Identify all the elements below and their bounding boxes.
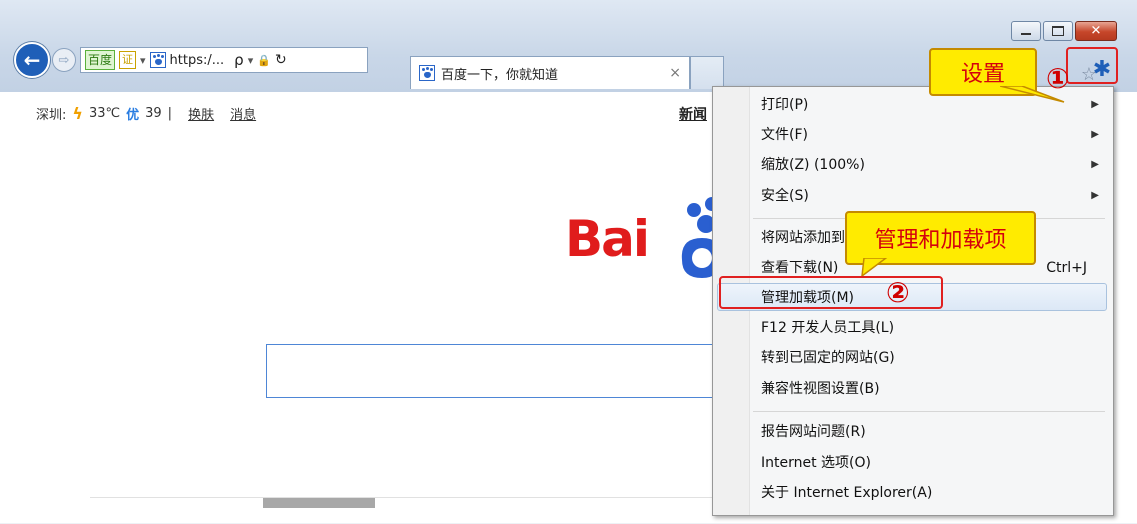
separator: | (167, 106, 173, 121)
lock-icon[interactable]: 🔒 (257, 54, 271, 67)
menu-item-label: 转到已固定的网站(G) (761, 350, 895, 366)
address-text[interactable]: https:/... (170, 53, 225, 68)
forward-button[interactable]: ⇨ (52, 48, 76, 72)
menu-item-label: 打印(P) (761, 97, 809, 113)
menu-item-pinned-sites[interactable]: 转到已固定的网站(G) (761, 346, 1101, 370)
gear-highlight-box (1066, 47, 1118, 84)
menu-separator (753, 411, 1105, 412)
submenu-arrow-icon: ▶ (1091, 159, 1099, 170)
skin-link[interactable]: 换肤 (188, 104, 214, 123)
close-window-button[interactable]: ✕ (1075, 21, 1117, 41)
maximize-icon (1052, 26, 1064, 36)
close-icon: ✕ (1090, 23, 1102, 39)
window-controls: ✕ (1011, 21, 1117, 41)
certificate-icon[interactable]: 证 (119, 51, 137, 69)
menu-item-label: 文件(F) (761, 127, 808, 143)
menu-item-compat-view[interactable]: 兼容性视图设置(B) (761, 377, 1101, 401)
bottom-divider (90, 497, 730, 524)
menu-item-label: 安全(S) (761, 188, 809, 204)
air-quality-label: 优 (126, 108, 140, 123)
tab-baidu[interactable]: 百度一下，你就知道 × (410, 56, 690, 89)
submenu-arrow-icon: ▶ (1091, 99, 1099, 110)
identity-dropdown-icon[interactable]: ▾ (140, 54, 146, 67)
menu-item-zoom[interactable]: 缩放(Z) (100%) ▶ (761, 153, 1101, 177)
menu-item-about-ie[interactable]: 关于 Internet Explorer(A) (761, 481, 1101, 505)
step-1-marker: ① (1046, 62, 1070, 95)
menu-item-label: 兼容性视图设置(B) (761, 381, 880, 397)
menu-item-safety[interactable]: 安全(S) ▶ (761, 184, 1101, 208)
address-bar[interactable]: 百度 证 ▾ https:/... ρ ▾ 🔒 ↻ (80, 47, 368, 73)
submenu-arrow-icon: ▶ (1091, 190, 1099, 201)
search-input[interactable] (266, 344, 736, 398)
menu-item-label: Internet 选项(O) (761, 455, 871, 471)
search-dropdown-icon[interactable]: ▾ (248, 54, 254, 67)
shortcut-label: Ctrl+J (1046, 260, 1087, 276)
menu-item-report-problem[interactable]: 报告网站问题(R) (761, 420, 1101, 444)
maximize-button[interactable] (1043, 21, 1073, 41)
site-favicon-icon (149, 52, 166, 68)
news-link[interactable]: 新闻 (679, 104, 707, 124)
menu-item-label: 报告网站问题(R) (761, 424, 866, 440)
back-button[interactable]: ← (14, 42, 50, 78)
air-quality-value: 39 (145, 106, 162, 121)
menu-item-label: F12 开发人员工具(L) (761, 320, 895, 336)
step-2-marker: ② (886, 276, 910, 309)
minimize-icon (1021, 33, 1031, 35)
menu-item-f12-tools[interactable]: F12 开发人员工具(L) (761, 316, 1101, 340)
weather-bar: 深圳: ϟ 33℃ 优 39 | 换肤 消息 (36, 104, 256, 123)
forward-arrow-icon: ⇨ (58, 52, 70, 68)
site-identity-badge[interactable]: 百度 (85, 50, 116, 70)
back-arrow-icon: ← (23, 48, 41, 72)
manage-addons-callout: 管理和加载项 (845, 211, 1036, 265)
search-icon[interactable]: ρ (234, 51, 244, 69)
minimize-button[interactable] (1011, 21, 1041, 41)
tab-title: 百度一下，你就知道 (441, 67, 559, 83)
menu-item-label: 查看下载(N) (761, 260, 839, 276)
menu-item-file[interactable]: 文件(F) ▶ (761, 123, 1101, 147)
tab-close-icon[interactable]: × (669, 65, 681, 81)
scroll-indicator[interactable] (263, 498, 375, 508)
city-label: 深圳: (36, 108, 67, 123)
tab-favicon-icon (419, 65, 435, 81)
lightning-icon: ϟ (72, 104, 83, 123)
message-link[interactable]: 消息 (230, 104, 256, 123)
refresh-icon[interactable]: ↻ (275, 52, 287, 68)
manage-callout-pointer (861, 258, 888, 278)
temperature-value: 33℃ (88, 106, 121, 121)
submenu-arrow-icon: ▶ (1091, 129, 1099, 140)
menu-item-label: 关于 Internet Explorer(A) (761, 485, 933, 501)
menu-item-internet-options[interactable]: Internet 选项(O) (761, 451, 1101, 475)
baidu-logo: Bai (565, 210, 650, 268)
menu-item-label: 缩放(Z) (100%) (761, 157, 865, 173)
navigation-row: ← ⇨ 百度 证 ▾ https:/... ρ ▾ 🔒 ↻ (14, 42, 368, 78)
new-tab-button[interactable] (690, 56, 724, 89)
menu-item-label: 将网站添加到 (761, 230, 845, 246)
